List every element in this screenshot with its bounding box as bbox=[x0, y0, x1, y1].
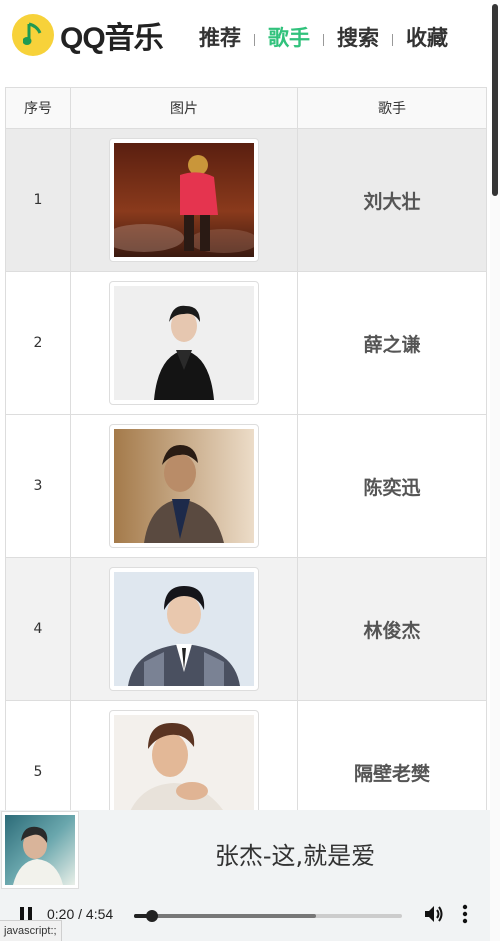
album-cover[interactable] bbox=[1, 811, 79, 889]
more-options-icon[interactable] bbox=[460, 903, 470, 925]
music-player: 张杰-这,就是爱 0:20 / 4:54 bbox=[0, 810, 492, 941]
audio-controls: 0:20 / 4:54 bbox=[0, 900, 492, 930]
table-row[interactable]: 2 薛之谦 bbox=[5, 271, 487, 415]
singer-photo-image bbox=[114, 572, 254, 686]
page: QQ音乐 推荐 歌手 搜索 收藏 序号 图片 歌手 1 刘大壮 2 薛之谦 3 … bbox=[0, 0, 500, 941]
singer-photo[interactable] bbox=[109, 567, 259, 691]
singer-name: 林俊杰 bbox=[363, 619, 421, 642]
row-index: 1 bbox=[5, 128, 71, 272]
singer-table-wrapper: 序号 图片 歌手 1 刘大壮 2 薛之谦 3 陈奕迅 4 林俊杰 5 隔壁老樊 bbox=[5, 87, 487, 844]
header: QQ音乐 推荐 歌手 搜索 收藏 bbox=[0, 0, 490, 72]
table-row[interactable]: 3 陈奕迅 bbox=[5, 414, 487, 558]
buffered-bar bbox=[134, 914, 317, 918]
singer-photo-image bbox=[114, 429, 254, 543]
table-row[interactable]: 1 刘大壮 bbox=[5, 128, 487, 272]
progress-handle[interactable] bbox=[146, 910, 159, 922]
scrollbar-thumb[interactable] bbox=[492, 4, 498, 196]
logo-text: QQ音乐 bbox=[60, 22, 164, 55]
scrollbar[interactable] bbox=[490, 0, 500, 941]
row-image-cell bbox=[70, 128, 298, 272]
row-image-cell bbox=[70, 271, 298, 415]
row-index: 3 bbox=[5, 414, 71, 558]
nav-singers[interactable]: 歌手 bbox=[268, 22, 310, 52]
music-note-icon bbox=[12, 14, 54, 56]
singer-photo[interactable] bbox=[104, 138, 259, 262]
singer-photo[interactable] bbox=[109, 281, 259, 405]
table-row[interactable]: 4 林俊杰 bbox=[5, 557, 487, 701]
singer-name: 薛之谦 bbox=[363, 333, 421, 356]
progress-slider[interactable] bbox=[134, 910, 402, 922]
row-singer-cell[interactable]: 陈奕迅 bbox=[297, 414, 487, 558]
row-image-cell bbox=[70, 414, 298, 558]
row-index: 2 bbox=[5, 271, 71, 415]
nav-recommend[interactable]: 推荐 bbox=[199, 22, 241, 52]
column-header-image: 图片 bbox=[70, 87, 298, 129]
nav-divider bbox=[254, 34, 255, 46]
singer-photo-image bbox=[104, 143, 259, 257]
row-singer-cell[interactable]: 刘大壮 bbox=[297, 128, 487, 272]
volume-icon[interactable] bbox=[423, 903, 445, 925]
singer-name: 隔壁老樊 bbox=[353, 762, 430, 785]
nav-favorites[interactable]: 收藏 bbox=[406, 22, 448, 52]
now-playing-title: 张杰-这,就是爱 bbox=[214, 842, 376, 870]
singer-name: 陈奕迅 bbox=[363, 476, 421, 499]
singer-photo[interactable] bbox=[109, 424, 259, 548]
main-nav: 推荐 歌手 搜索 收藏 bbox=[199, 22, 448, 52]
status-bar-url: javascript:; bbox=[0, 920, 62, 941]
column-header-singer: 歌手 bbox=[297, 87, 487, 129]
column-header-index: 序号 bbox=[5, 87, 71, 129]
nav-divider bbox=[323, 34, 324, 46]
table-header-row: 序号 图片 歌手 bbox=[5, 87, 487, 129]
row-index: 4 bbox=[5, 557, 71, 701]
row-singer-cell[interactable]: 薛之谦 bbox=[297, 271, 487, 415]
row-singer-cell[interactable]: 林俊杰 bbox=[297, 557, 487, 701]
nav-search[interactable]: 搜索 bbox=[337, 22, 379, 52]
singer-table: 序号 图片 歌手 1 刘大壮 2 薛之谦 3 陈奕迅 4 林俊杰 5 隔壁老樊 bbox=[5, 87, 487, 844]
logo[interactable]: QQ音乐 bbox=[12, 13, 164, 57]
singer-name: 刘大壮 bbox=[363, 190, 421, 213]
nav-divider bbox=[392, 34, 393, 46]
album-cover-image bbox=[5, 815, 75, 885]
singer-photo-image bbox=[114, 286, 254, 400]
row-image-cell bbox=[70, 557, 298, 701]
